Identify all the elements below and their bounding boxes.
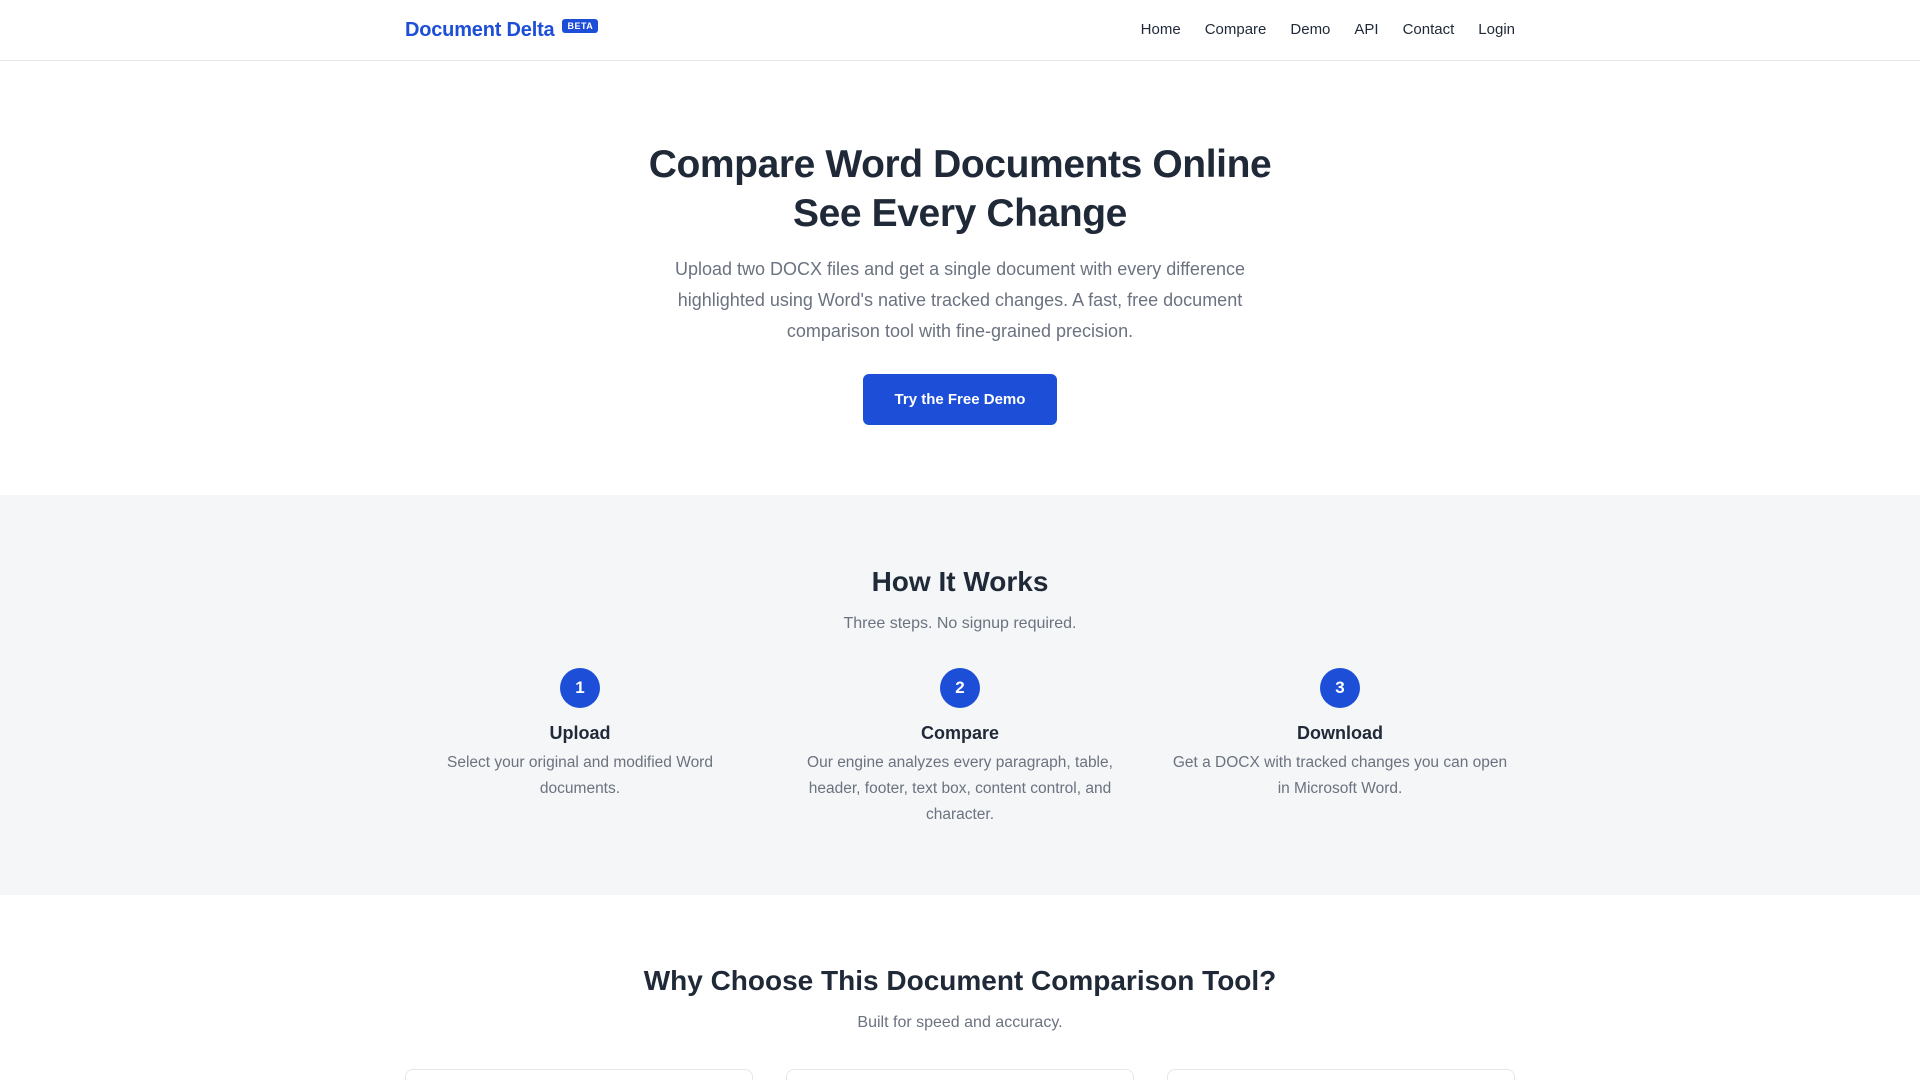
brand-logo-link[interactable]: Document Delta BETA [405, 0, 599, 60]
site-header: Document Delta BETA Home Compare Demo AP… [0, 0, 1920, 61]
beta-badge: BETA [562, 19, 599, 33]
nav-compare-link[interactable]: Compare [1205, 0, 1267, 60]
step-title: Compare [920, 723, 1000, 743]
step-compare: 2 Compare Our engine analyzes every para… [785, 668, 1135, 828]
feature-cards [405, 1069, 1515, 1080]
why-choose-subtitle: Built for speed and accuracy. [857, 1014, 1063, 1031]
how-it-works-subtitle: Three steps. No signup required. [843, 615, 1077, 632]
step-number-badge: 3 [1320, 668, 1360, 708]
hero-title-line2: See Every Change [793, 192, 1127, 235]
feature-card [1167, 1069, 1515, 1080]
how-it-works-title: How It Works [871, 566, 1049, 597]
step-upload: 1 Upload Select your original and modifi… [405, 668, 755, 828]
hero-section: Compare Word Documents Online See Every … [0, 61, 1920, 495]
step-number-badge: 2 [940, 668, 980, 708]
brand-name: Document Delta [405, 19, 555, 41]
main-nav: Home Compare Demo API Contact Login [1117, 0, 1515, 60]
hero-title: Compare Word Documents Online See Every … [0, 140, 1920, 238]
nav-api-link[interactable]: API [1354, 0, 1378, 60]
how-it-works-section: How It Works Three steps. No signup requ… [0, 495, 1920, 895]
try-demo-button[interactable]: Try the Free Demo [862, 374, 1058, 425]
step-number-badge: 1 [560, 668, 600, 708]
step-title: Upload [549, 723, 611, 743]
nav-demo-link[interactable]: Demo [1290, 0, 1330, 60]
feature-card [786, 1069, 1134, 1080]
step-title: Download [1297, 723, 1383, 743]
nav-contact-link[interactable]: Contact [1403, 0, 1455, 60]
steps-list: 1 Upload Select your original and modifi… [405, 668, 1515, 828]
step-download: 3 Download Get a DOCX with tracked chang… [1165, 668, 1515, 828]
step-description: Select your original and modified Word d… [447, 754, 713, 797]
nav-home-link[interactable]: Home [1141, 0, 1181, 60]
feature-card [405, 1069, 753, 1080]
step-description: Get a DOCX with tracked changes you can … [1172, 754, 1508, 797]
why-choose-title: Why Choose This Document Comparison Tool… [643, 965, 1277, 996]
hero-subtitle: Upload two DOCX files and get a single d… [675, 259, 1245, 341]
step-description: Our engine analyzes every paragraph, tab… [807, 754, 1113, 823]
why-choose-section: Why Choose This Document Comparison Tool… [0, 895, 1920, 1080]
hero-title-line1: Compare Word Documents Online [648, 143, 1272, 186]
nav-login-link[interactable]: Login [1478, 0, 1515, 60]
